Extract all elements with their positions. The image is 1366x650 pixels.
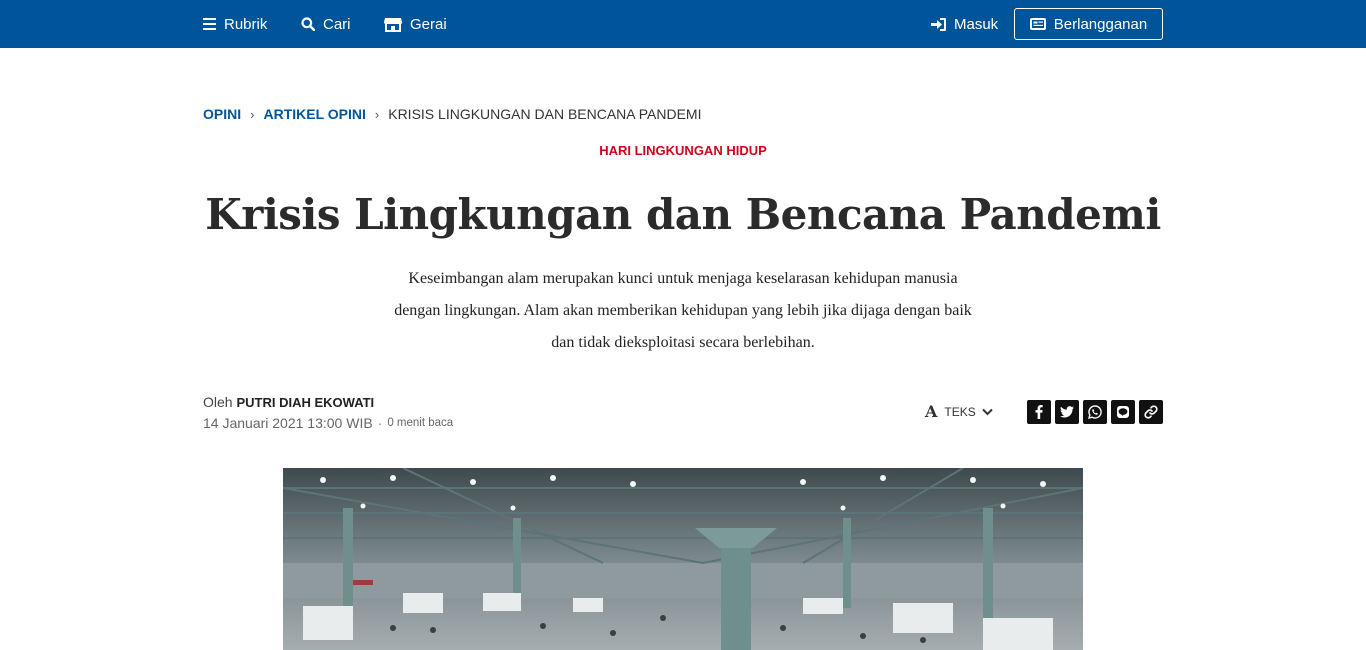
- breadcrumb-opini[interactable]: OPINI: [203, 106, 241, 122]
- photo-illustration: [283, 468, 1083, 650]
- rubrik-label: Rubrik: [224, 15, 268, 33]
- share-twitter-button[interactable]: [1055, 400, 1079, 424]
- top-nav: Rubrik Cari Gerai Masuk Berlangganan: [0, 0, 1366, 48]
- facebook-icon: [1035, 405, 1043, 419]
- byline-prefix: Oleh: [203, 394, 233, 410]
- link-icon: [1144, 405, 1158, 419]
- store-icon: [384, 17, 402, 32]
- login-button[interactable]: Masuk: [931, 0, 998, 48]
- chevron-down-icon: [982, 408, 993, 415]
- sign-in-icon: [931, 17, 946, 31]
- line-icon: [1117, 406, 1129, 418]
- share-line-button[interactable]: [1111, 400, 1135, 424]
- article-photo: [283, 468, 1083, 650]
- publish-date: 14 Januari 2021 13:00 WIB: [203, 415, 373, 431]
- share-whatsapp-button[interactable]: [1083, 400, 1107, 424]
- login-label: Masuk: [954, 15, 999, 33]
- text-size-label: TEKS: [944, 404, 976, 419]
- font-size-icon: A: [925, 402, 938, 421]
- subscribe-label: Berlangganan: [1053, 15, 1148, 33]
- byline: Oleh PUTRI DIAH EKOWATI: [203, 394, 374, 410]
- search-label: Cari: [323, 15, 351, 33]
- read-time: 0 menit baca: [387, 417, 454, 429]
- breadcrumb-separator: ›: [250, 106, 255, 122]
- whatsapp-icon: [1088, 405, 1102, 419]
- gerai-label: Gerai: [410, 15, 447, 33]
- article-kicker[interactable]: HARI LINGKUNGAN HIDUP: [0, 143, 1366, 158]
- menu-icon: [203, 18, 216, 30]
- meta-dot: ·: [377, 415, 383, 431]
- breadcrumb: OPINI › ARTIKEL OPINI › KRISIS LINGKUNGA…: [203, 106, 701, 122]
- search-button[interactable]: Cari: [301, 0, 351, 48]
- lead-line: dan tidak dieksploitasi secara berlebiha…: [551, 334, 815, 351]
- share-facebook-button[interactable]: [1027, 400, 1051, 424]
- breadcrumb-separator: ›: [374, 106, 380, 122]
- rubrik-menu-button[interactable]: Rubrik: [203, 0, 267, 48]
- newspaper-icon: [1029, 18, 1046, 30]
- article-lead: Keseimbangan alam merupakan kunci untuk …: [333, 263, 1033, 359]
- twitter-icon: [1060, 406, 1074, 418]
- gerai-button[interactable]: Gerai: [384, 0, 447, 48]
- lead-line: Keseimbangan alam merupakan kunci untuk …: [408, 270, 958, 287]
- author-name[interactable]: PUTRI DIAH EKOWATI: [236, 395, 374, 410]
- lead-line: dengan lingkungan. Alam akan memberikan …: [394, 302, 972, 319]
- copy-link-button[interactable]: [1139, 400, 1163, 424]
- breadcrumb-current: KRISIS LINGKUNGAN DAN BENCANA PANDEMI: [388, 106, 702, 122]
- article-meta: 14 Januari 2021 13:00 WIB · 0 menit baca: [203, 415, 453, 431]
- article-title: Krisis Lingkungan dan Bencana Pandemi: [205, 190, 1161, 239]
- subscribe-button[interactable]: Berlangganan: [1014, 8, 1163, 40]
- search-icon: [301, 17, 315, 31]
- text-size-toggle[interactable]: A TEKS: [925, 402, 993, 421]
- breadcrumb-artikel-opini[interactable]: ARTIKEL OPINI: [263, 106, 365, 122]
